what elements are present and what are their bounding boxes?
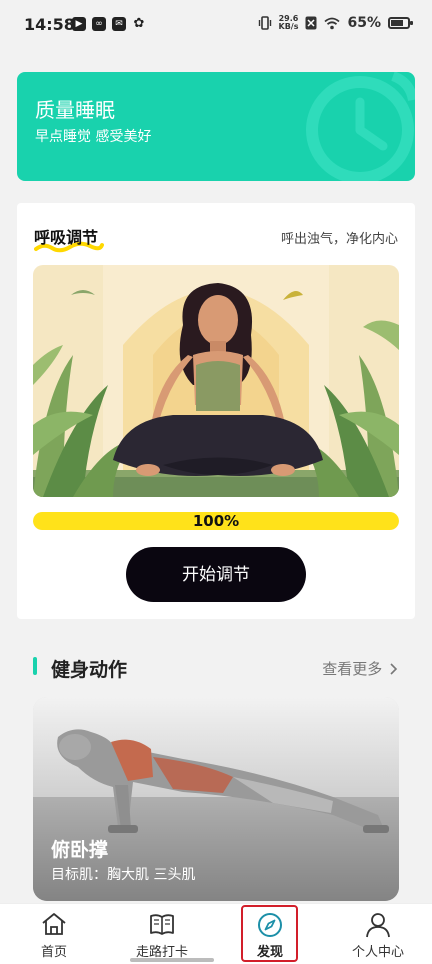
bottom-tab-bar: 首页 走路打卡 发现 个人中心: [0, 903, 432, 964]
exercise-name: 俯卧撑: [51, 839, 109, 861]
home-icon: [42, 913, 66, 935]
tab-profile[interactable]: 个人中心: [324, 904, 432, 964]
breathing-progress-bar: 100%: [33, 512, 399, 530]
sleep-subtitle: 早点睡觉 感受美好: [35, 129, 152, 145]
battery-icon: [388, 17, 413, 29]
notification-icons: ▶ ∞ ✉ ✿: [72, 17, 146, 31]
tab-profile-label: 个人中心: [351, 945, 404, 960]
message-app-icon: ✉: [112, 17, 126, 31]
book-icon: [150, 914, 174, 935]
start-breathing-button[interactable]: 开始调节: [126, 547, 306, 602]
infinity-app-icon: ∞: [92, 17, 106, 31]
wechat-app-icon: ✿: [133, 16, 145, 31]
sleep-title: 质量睡眠: [35, 98, 115, 122]
fitness-header: 健身动作 查看更多: [0, 640, 432, 696]
view-more-label: 查看更多: [322, 660, 383, 678]
no-sim-icon: [305, 16, 317, 30]
status-bar: 14:58 ▶ ∞ ✉ ✿ 29.6 KB/s 65%: [0, 0, 432, 52]
fitness-title: 健身动作: [51, 659, 128, 681]
breathing-title: 呼吸调节: [34, 228, 99, 247]
person-icon: [366, 913, 390, 938]
clock-icon: [306, 72, 415, 181]
tab-home[interactable]: 首页: [0, 904, 108, 964]
status-time: 14:58: [24, 15, 75, 34]
progress-label: 100%: [192, 512, 240, 530]
selection-highlight-box: [241, 905, 298, 962]
video-app-icon: ▶: [72, 17, 86, 31]
meditation-illustration: [33, 265, 399, 497]
tab-home-label: 首页: [40, 945, 67, 960]
exercise-card[interactable]: 俯卧撑 目标肌：胸大肌 三头肌: [33, 697, 399, 901]
chevron-right-icon: [390, 663, 398, 675]
breathing-subtitle: 呼出浊气，净化内心: [280, 232, 398, 247]
wifi-icon: [324, 17, 341, 29]
view-more-link[interactable]: 查看更多: [322, 658, 398, 679]
status-right: 29.6 KB/s 65%: [258, 14, 413, 31]
exercise-target-muscles: 目标肌：胸大肌 三头肌: [51, 867, 196, 883]
net-speed: 29.6 KB/s: [278, 14, 299, 31]
vibrate-icon: [258, 16, 271, 30]
walk-tab-underline: [130, 958, 214, 962]
battery-percent: 65%: [347, 15, 381, 31]
section-accent-bar: [33, 657, 37, 675]
breathing-section: 呼吸调节 呼出浊气，净化内心 100% 开始调节: [17, 203, 415, 619]
sleep-card[interactable]: 质量睡眠 早点睡觉 感受美好: [17, 72, 415, 181]
tab-walk-checkin[interactable]: 走路打卡: [108, 904, 216, 964]
